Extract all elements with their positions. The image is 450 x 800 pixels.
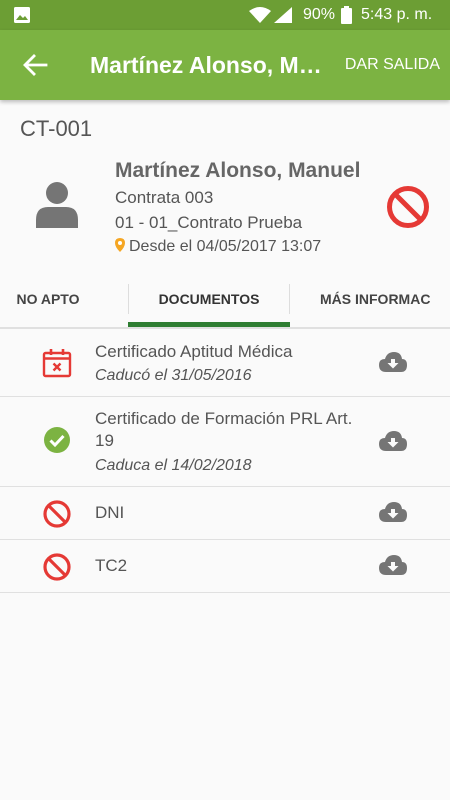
document-list: Certificado Aptitud Médica Caducó el 31/…	[0, 329, 450, 593]
dar-salida-button[interactable]: DAR SALIDA	[345, 55, 440, 75]
tab-documentos[interactable]: DOCUMENTOS	[128, 270, 290, 328]
battery-percentage: 90%	[303, 6, 336, 23]
app-bar-title: Martínez Alonso, Manuel	[90, 52, 322, 78]
worker-since: Desde el 04/05/2017 13:07	[115, 237, 321, 257]
list-item[interactable]: DNI	[0, 487, 450, 540]
list-item[interactable]: Certificado Aptitud Médica Caducó el 31/…	[0, 329, 450, 397]
status-bar: 90% 5:43 p. m.	[0, 0, 450, 30]
battery-icon	[341, 6, 352, 24]
worker-company: Contrata 003	[115, 188, 214, 207]
document-expiry: Caduca el 14/02/2018	[95, 457, 252, 474]
cloud-download-icon[interactable]	[379, 554, 407, 576]
document-name: Certificado de Formación PRL Art. 19	[95, 409, 353, 450]
arrow-left-icon[interactable]	[22, 53, 48, 77]
location-pin-icon	[115, 238, 125, 252]
list-item[interactable]: Certificado de Formación PRL Art. 19 Cad…	[0, 397, 450, 487]
check-circle-icon	[44, 427, 70, 453]
cloud-download-icon[interactable]	[379, 501, 407, 523]
document-name: TC2	[95, 556, 128, 575]
worker-code: CT-001	[20, 116, 93, 141]
blocked-icon	[387, 186, 429, 228]
worker-contract: 01 - 01_Contrato Prueba	[115, 213, 303, 232]
gallery-icon	[14, 7, 30, 23]
worker-since-text: Desde el 04/05/2017 13:07	[129, 238, 322, 255]
worker-name: Martínez Alonso, Manuel	[115, 159, 361, 182]
blocked-icon	[43, 500, 71, 528]
wifi-icon	[249, 7, 271, 23]
document-name: DNI	[95, 503, 125, 522]
blocked-icon	[43, 553, 71, 581]
status-time: 5:43 p. m.	[361, 6, 433, 23]
list-item[interactable]: TC2	[0, 540, 450, 593]
calendar-expired-icon	[42, 349, 72, 378]
document-expiry: Caducó el 31/05/2016	[95, 367, 252, 384]
app-bar: Martínez Alonso, Manuel DAR SALIDA	[0, 30, 450, 100]
user-icon	[36, 182, 78, 228]
tab-mas-informacion[interactable]: MÁS INFORMACIÓN	[290, 270, 430, 328]
tab-no-apto[interactable]: NO APTO	[0, 270, 96, 328]
document-name: Certificado Aptitud Médica	[95, 342, 293, 361]
cloud-download-icon[interactable]	[379, 430, 407, 452]
cloud-download-icon[interactable]	[379, 351, 407, 373]
signal-icon	[274, 7, 292, 23]
tab-bar: NO APTO DOCUMENTOS MÁS INFORMACIÓN	[0, 270, 450, 328]
